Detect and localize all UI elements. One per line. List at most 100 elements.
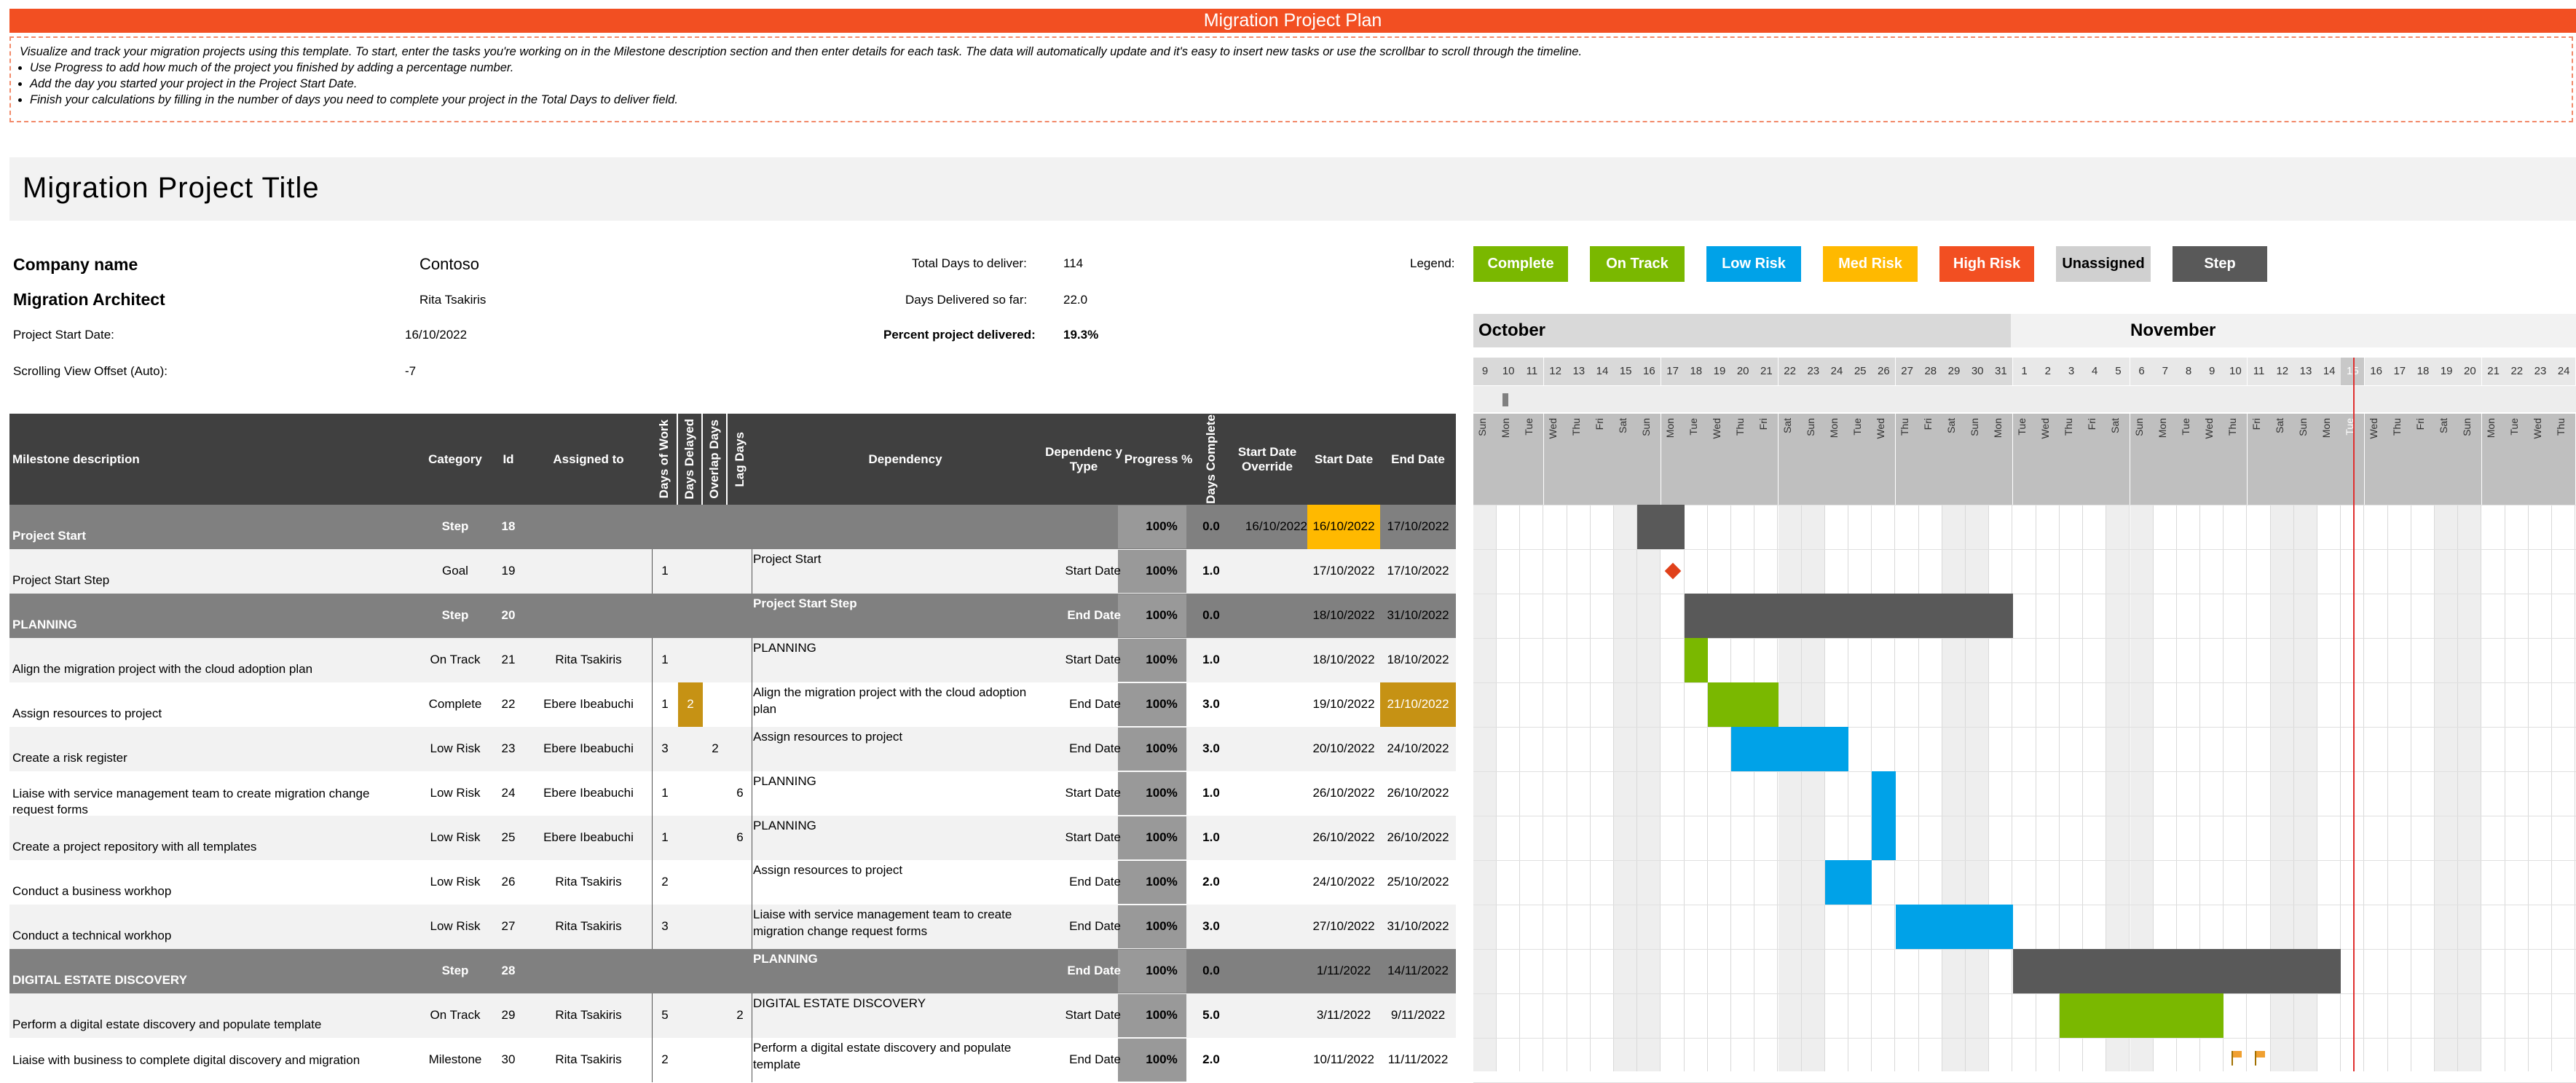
dependency-cell[interactable]: PLANNING [753,773,1044,789]
cell-prog[interactable]: 100% [1127,519,1196,534]
dependency-cell[interactable]: PLANNING [753,817,1044,834]
cell-id[interactable]: 19 [487,564,530,578]
cell-deptype[interactable]: Start Date [1044,830,1121,845]
timeline-scrollbar[interactable] [1473,386,2576,412]
cell-prog[interactable]: 100% [1127,1008,1196,1023]
cell-end[interactable]: 26/10/2022 [1380,830,1456,845]
milestone-description[interactable]: Create a project repository with all tem… [12,839,384,855]
milestone-description[interactable]: DIGITAL ESTATE DISCOVERY [12,972,384,988]
total-days-value[interactable]: 114 [1063,256,1083,271]
cell-id[interactable]: 18 [487,519,530,534]
cell-deptype[interactable]: Start Date [1044,653,1121,667]
gantt-bar[interactable] [1637,505,1685,549]
cell-dc[interactable]: 1.0 [1195,786,1227,800]
cell-assigned[interactable]: Rita Tsakiris [519,1008,658,1023]
cell-prog[interactable]: 100% [1127,741,1196,756]
gantt-bar[interactable] [1684,594,2013,638]
gantt-bar[interactable] [1872,771,1896,816]
cell-start[interactable]: 19/10/2022 [1307,697,1380,712]
cell-ovl[interactable]: 2 [703,741,728,756]
cell-assigned[interactable]: Ebere Ibeabuchi [519,741,658,756]
cell-dc[interactable]: 1.0 [1195,830,1227,845]
cell-start[interactable]: 1/11/2022 [1307,964,1380,978]
project-title[interactable]: Migration Project Title [23,172,320,205]
gantt-bar[interactable] [1895,905,2013,949]
cell-dc[interactable]: 2.0 [1195,1052,1227,1067]
cell-assigned[interactable]: Ebere Ibeabuchi [519,830,658,845]
milestone-flag-icon[interactable] [2231,1051,2243,1066]
milestone-flag-icon[interactable] [2254,1051,2266,1066]
milestone-description[interactable]: Create a risk register [12,750,384,766]
dependency-cell[interactable]: Align the migration project with the clo… [753,684,1044,717]
dependency-cell[interactable]: Perform a digital estate discovery and p… [753,1039,1044,1073]
milestone-description[interactable]: Project Start [12,528,384,544]
cell-start[interactable]: 10/11/2022 [1307,1052,1380,1067]
cell-prog[interactable]: 100% [1127,786,1196,800]
cell-id[interactable]: 20 [487,608,530,623]
cell-dc[interactable]: 2.0 [1195,875,1227,889]
start-date-value[interactable]: 16/10/2022 [405,328,467,342]
cell-dc[interactable]: 3.0 [1195,919,1227,934]
cell-assigned[interactable]: Rita Tsakiris [519,653,658,667]
cell-dc[interactable]: 0.0 [1195,964,1227,978]
milestone-description[interactable]: Align the migration project with the clo… [12,661,384,677]
gantt-bar[interactable] [1731,727,1849,771]
cell-deptype[interactable]: End Date [1044,608,1121,623]
cell-prog[interactable]: 100% [1127,697,1196,712]
cell-dc[interactable]: 3.0 [1195,741,1227,756]
cell-ovr[interactable]: 16/10/2022 [1227,519,1307,534]
dependency-cell[interactable]: Project Start Step [753,595,1044,612]
cell-start[interactable]: 20/10/2022 [1307,741,1380,756]
architect-value[interactable]: Rita Tsakiris [420,293,486,307]
cell-deptype[interactable]: End Date [1044,875,1121,889]
cell-end[interactable]: 26/10/2022 [1380,786,1456,800]
cell-dow[interactable]: 1 [652,653,678,667]
cell-start[interactable]: 24/10/2022 [1307,875,1380,889]
cell-start[interactable]: 18/10/2022 [1307,608,1380,623]
gantt-bar[interactable] [1825,860,1872,905]
gantt-bar[interactable] [1708,682,1779,727]
cell-prog[interactable]: 100% [1127,964,1196,978]
cell-prog[interactable]: 100% [1127,608,1196,623]
cell-end[interactable]: 14/11/2022 [1380,964,1456,978]
cell-end[interactable]: 25/10/2022 [1380,875,1456,889]
milestone-description[interactable]: Liaise with business to complete digital… [12,1052,384,1068]
cell-deptype[interactable]: Start Date [1044,564,1121,578]
cell-end[interactable]: 17/10/2022 [1380,519,1456,534]
cell-dc[interactable]: 1.0 [1195,653,1227,667]
cell-start[interactable]: 18/10/2022 [1307,653,1380,667]
cell-start[interactable]: 26/10/2022 [1307,786,1380,800]
cell-dow[interactable]: 2 [652,875,678,889]
dependency-cell[interactable]: DIGITAL ESTATE DISCOVERY [753,995,1044,1012]
cell-start[interactable]: 16/10/2022 [1307,519,1380,534]
milestone-description[interactable]: PLANNING [12,617,384,633]
dependency-cell[interactable]: Project Start [753,551,1044,567]
cell-dow[interactable]: 3 [652,741,678,756]
cell-dc[interactable]: 0.0 [1195,608,1227,623]
cell-prog[interactable]: 100% [1127,653,1196,667]
company-value[interactable]: Contoso [420,255,479,274]
cell-end[interactable]: 11/11/2022 [1380,1052,1456,1067]
cell-end[interactable]: 18/10/2022 [1380,653,1456,667]
cell-dow[interactable]: 1 [652,786,678,800]
gantt-bar[interactable] [2060,993,2224,1038]
cell-end[interactable]: 31/10/2022 [1380,608,1456,623]
cell-lag[interactable]: 6 [728,830,752,845]
cell-lag[interactable]: 6 [728,786,752,800]
cell-del[interactable]: 2 [678,697,703,712]
dependency-cell[interactable]: Assign resources to project [753,728,1044,745]
cell-start[interactable]: 26/10/2022 [1307,830,1380,845]
cell-dc[interactable]: 0.0 [1195,519,1227,534]
cell-deptype[interactable]: End Date [1044,741,1121,756]
dependency-cell[interactable]: Assign resources to project [753,862,1044,878]
cell-lag[interactable]: 2 [728,1008,752,1023]
cell-assigned[interactable]: Ebere Ibeabuchi [519,697,658,712]
cell-dc[interactable]: 3.0 [1195,697,1227,712]
cell-prog[interactable]: 100% [1127,919,1196,934]
cell-end[interactable]: 17/10/2022 [1380,564,1456,578]
cell-end[interactable]: 31/10/2022 [1380,919,1456,934]
milestone-description[interactable]: Conduct a business workhop [12,883,384,899]
cell-dow[interactable]: 2 [652,1052,678,1067]
cell-deptype[interactable]: End Date [1044,1052,1121,1067]
cell-prog[interactable]: 100% [1127,1052,1196,1067]
